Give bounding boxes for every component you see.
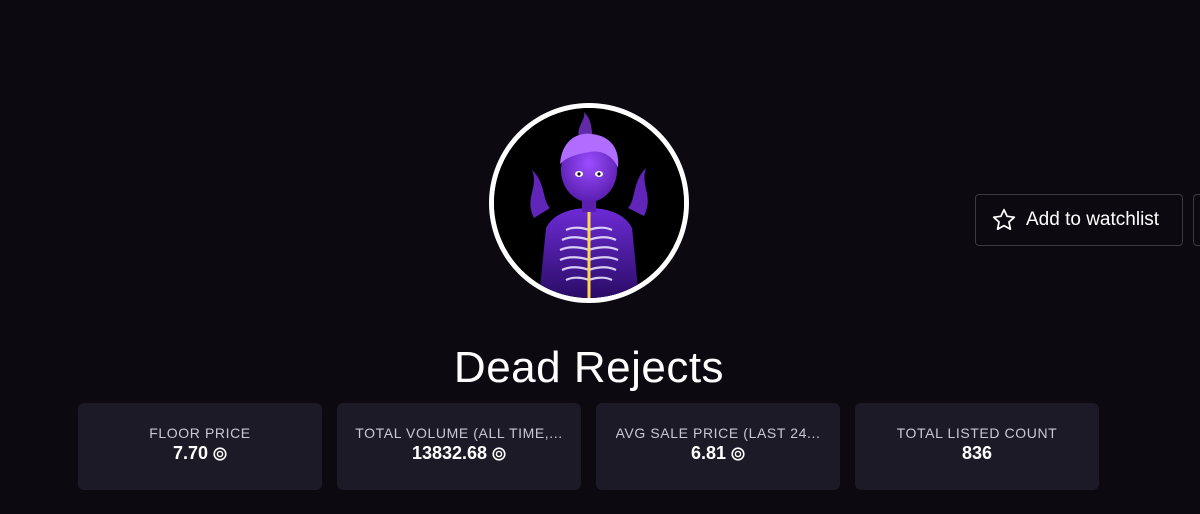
skeleton-avatar-icon — [494, 108, 684, 298]
sol-currency-icon — [213, 446, 227, 461]
sol-currency-icon — [731, 446, 745, 461]
stat-value: 13832.68 — [411, 443, 488, 463]
stat-value: 836 — [961, 443, 993, 463]
collection-page: Add to watchlist Dead Rejects FLOOR PRIC… — [0, 0, 1200, 514]
collection-avatar — [489, 103, 689, 303]
stat-label: TOTAL VOLUME (ALL TIME,... — [355, 425, 563, 441]
add-to-watchlist-button[interactable]: Add to watchlist — [975, 194, 1183, 246]
stat-card-avg-sale-price: AVG SALE PRICE (LAST 24... 6.81 — [596, 403, 840, 490]
watchlist-label: Add to watchlist — [1026, 209, 1160, 230]
stat-label: FLOOR PRICE — [149, 425, 251, 441]
stat-value: 7.70 — [172, 443, 209, 463]
stat-label: TOTAL LISTED COUNT — [896, 425, 1058, 441]
stat-card-floor-price: FLOOR PRICE 7.70 — [78, 403, 322, 490]
stat-card-total-volume: TOTAL VOLUME (ALL TIME,... 13832.68 — [337, 403, 581, 490]
sol-currency-icon — [492, 446, 506, 461]
stat-card-total-listed-count: TOTAL LISTED COUNT 836 — [855, 403, 1099, 490]
stat-value: 6.81 — [690, 443, 727, 463]
collection-title: Dead Rejects — [453, 343, 725, 392]
more-actions-button[interactable] — [1193, 194, 1200, 246]
star-outline-icon — [990, 206, 1018, 234]
stat-label: AVG SALE PRICE (LAST 24... — [615, 425, 821, 441]
stats-row: FLOOR PRICE 7.70 TOTAL VOLUME (ALL TIME,… — [78, 403, 1099, 490]
